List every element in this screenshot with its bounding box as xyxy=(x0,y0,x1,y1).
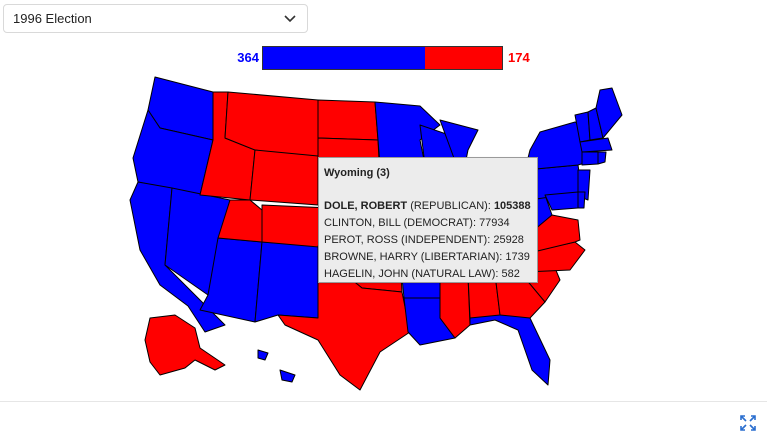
state-fl[interactable] xyxy=(469,309,551,386)
state-hi[interactable] xyxy=(257,349,296,383)
candidate-party: (LIBERTARIAN): xyxy=(420,251,503,263)
candidate-name: HAGELIN, JOHN xyxy=(324,268,409,280)
state-md[interactable] xyxy=(544,191,579,211)
state-ri[interactable] xyxy=(597,151,607,165)
candidate-party: (NATURAL LAW): xyxy=(411,268,499,280)
rep-vote-segment xyxy=(424,47,502,69)
candidate-name: CLINTON, BILL xyxy=(324,217,401,229)
candidate-votes: 105388 xyxy=(493,200,531,212)
state-de[interactable] xyxy=(577,191,586,209)
electoral-vote-tally: 364 174 xyxy=(0,45,767,71)
rep-electoral-votes: 174 xyxy=(508,50,530,65)
candidate-votes: 77934 xyxy=(479,217,510,229)
candidate-party: (INDEPENDENT): xyxy=(401,234,491,246)
electoral-vote-bar xyxy=(262,46,503,70)
candidate-name: DOLE, ROBERT xyxy=(324,200,408,212)
candidate-party: (DEMOCRAT): xyxy=(403,217,476,229)
chevron-down-icon xyxy=(283,12,297,26)
dem-vote-segment xyxy=(263,47,425,69)
candidate-party: (REPUBLICAN): xyxy=(410,200,491,212)
candidate-votes: 582 xyxy=(501,268,520,280)
state-nd[interactable] xyxy=(317,99,379,141)
candidate-votes: 25928 xyxy=(493,234,524,246)
state-ct[interactable] xyxy=(581,151,599,166)
tooltip-row: BROWNE, HARRY (LIBERTARIAN): 1739 xyxy=(324,249,532,266)
election-year-select-value: 1996 Election xyxy=(13,11,92,26)
tooltip-title: Wyoming (3) xyxy=(324,167,390,179)
state-tooltip: Wyoming (3) DOLE, ROBERT (REPUBLICAN): 1… xyxy=(318,157,538,283)
tooltip-row: DOLE, ROBERT (REPUBLICAN): 105388 xyxy=(324,198,532,215)
tooltip-row: HAGELIN, JOHN (NATURAL LAW): 582 xyxy=(324,266,532,283)
state-wy[interactable] xyxy=(249,149,319,206)
tooltip-row: CLINTON, BILL (DEMOCRAT): 77934 xyxy=(324,215,532,232)
election-year-select[interactable]: 1996 Election xyxy=(3,4,308,33)
candidate-name: BROWNE, HARRY xyxy=(324,251,418,263)
candidate-votes: 1739 xyxy=(505,251,530,263)
candidate-name: PEROT, ROSS xyxy=(324,234,398,246)
tooltip-row: PEROT, ROSS (INDEPENDENT): 25928 xyxy=(324,232,532,249)
expand-icon[interactable] xyxy=(739,414,757,432)
state-nm[interactable] xyxy=(254,241,319,323)
dem-electoral-votes: 364 xyxy=(237,50,259,65)
map-footer xyxy=(0,401,767,441)
